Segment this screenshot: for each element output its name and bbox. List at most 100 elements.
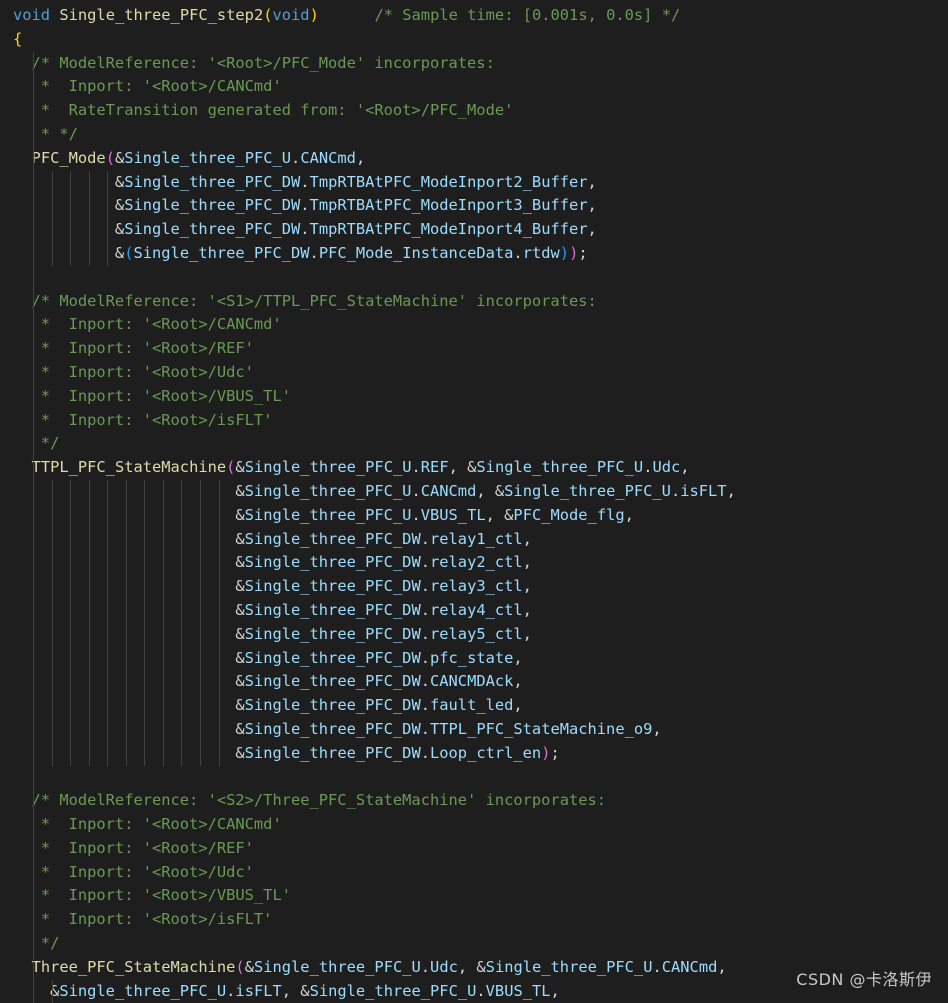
code-token: Single_three_PFC_step2: [59, 6, 264, 24]
indent-guide: [125, 527, 127, 552]
code-line[interactable]: &(Single_three_PFC_DW.PFC_Mode_InstanceD…: [13, 241, 948, 266]
code-line[interactable]: &Single_three_PFC_DW.relay2_ctl,: [13, 551, 948, 576]
code-line[interactable]: */: [13, 932, 948, 956]
code-line[interactable]: &Single_three_PFC_DW.CANCMDAck,: [13, 670, 948, 695]
code-line[interactable]: * Inport: '<Root>/CANCmd': [13, 75, 948, 100]
code-line[interactable]: &Single_three_PFC_DW.TmpRTBAtPFC_ModeInp…: [13, 218, 948, 242]
indent-guide: [162, 670, 164, 695]
code-line[interactable]: &Single_three_PFC_DW.relay1_ctl,: [13, 527, 948, 552]
indent-guide: [181, 503, 183, 528]
indent-guide: [33, 694, 34, 718]
code-token: .: [411, 458, 421, 477]
code-line[interactable]: &Single_three_PFC_DW.TmpRTBAtPFC_ModeInp…: [13, 194, 948, 219]
indent-guide: [200, 575, 202, 599]
code-line[interactable]: /* ModelReference: '<S1>/TTPL_PFC_StateM…: [13, 289, 948, 314]
code-token: .: [420, 577, 430, 596]
indent-guide: [33, 360, 34, 385]
code-token: TTPL_PFC_StateMachine: [31, 458, 227, 477]
indent-guide: [181, 575, 183, 599]
code-token: Single_three_PFC_DW: [244, 743, 421, 762]
code-token: .: [420, 600, 430, 619]
indent-guide: [125, 479, 127, 504]
code-token: ,: [587, 220, 597, 239]
indent-guide: [181, 694, 183, 718]
indent-guide: [88, 241, 90, 266]
code-line[interactable]: * Inport: '<Root>/isFLT': [13, 908, 948, 933]
code-line[interactable]: * Inport: '<Root>/isFLT': [13, 408, 948, 433]
code-line[interactable]: /* ModelReference: '<Root>/PFC_Mode' inc…: [13, 51, 948, 76]
code-token: ,: [587, 172, 597, 191]
indent-guide: [33, 884, 34, 909]
indent-guide: [88, 598, 90, 623]
indent-guide: [144, 575, 146, 599]
code-token: CANCmd: [661, 957, 718, 976]
indent-guide: [70, 170, 72, 195]
code-token: ;: [550, 743, 560, 762]
code-line[interactable]: &Single_three_PFC_DW.relay4_ctl,: [13, 598, 948, 623]
code-token: * Inport: '<Root>/Udc': [13, 362, 254, 381]
code-line[interactable]: &Single_three_PFC_DW.TTPL_PFC_StateMachi…: [13, 717, 948, 742]
code-line[interactable]: [13, 265, 948, 290]
indent-guide: [33, 503, 34, 528]
code-line[interactable]: * Inport: '<Root>/VBUS_TL': [13, 384, 948, 409]
code-line[interactable]: * Inport: '<Root>/Udc': [13, 860, 948, 885]
code-line[interactable]: void Single_three_PFC_step2(void) /* Sam…: [13, 4, 948, 28]
indent-guide: [200, 646, 202, 671]
indent-guide: [51, 194, 53, 219]
code-line[interactable]: &Single_three_PFC_U.VBUS_TL, &PFC_Mode_f…: [13, 503, 948, 528]
indent-guide: [33, 813, 34, 837]
indent-guide: [144, 503, 146, 528]
indent-guide: [125, 551, 127, 576]
code-line[interactable]: &Single_three_PFC_DW.Loop_ctrl_en);: [13, 741, 948, 766]
code-token: * Inport: '<Root>/REF': [13, 339, 254, 358]
code-token: TmpRTBAtPFC_ModeInport3_Buffer: [309, 196, 588, 215]
code-line[interactable]: * Inport: '<Root>/CANCmd': [13, 813, 948, 837]
code-token: .: [300, 172, 310, 191]
indent-guide: [33, 265, 34, 290]
code-line[interactable]: * Inport: '<Root>/REF': [13, 836, 948, 861]
code-line[interactable]: &Single_three_PFC_DW.TmpRTBAtPFC_ModeInp…: [13, 170, 948, 195]
indent-guide: [88, 694, 90, 718]
code-token: Single_three_PFC_DW: [244, 672, 421, 691]
code-line[interactable]: &Single_three_PFC_DW.relay3_ctl,: [13, 575, 948, 599]
indent-guide: [33, 146, 34, 171]
code-line[interactable]: /* ModelReference: '<S2>/Three_PFC_State…: [13, 789, 948, 814]
code-line[interactable]: &Single_three_PFC_DW.relay5_ctl,: [13, 622, 948, 647]
code-token: &: [13, 743, 245, 762]
indent-guide: [181, 670, 183, 695]
code-line[interactable]: * */: [13, 122, 948, 147]
code-line[interactable]: * Inport: '<Root>/Udc': [13, 360, 948, 385]
code-line[interactable]: {: [13, 28, 948, 52]
code-token: */: [13, 934, 60, 953]
indent-guide: [51, 527, 53, 552]
code-line[interactable]: * Inport: '<Root>/VBUS_TL': [13, 884, 948, 909]
code-token: .: [420, 553, 430, 572]
indent-guide: [218, 670, 220, 695]
code-line[interactable]: &Single_three_PFC_DW.pfc_state,: [13, 646, 948, 671]
code-token: * Inport: '<Root>/VBUS_TL': [13, 886, 291, 905]
indent-guide: [125, 598, 127, 623]
code-token: Single_three_PFC_U: [476, 458, 644, 477]
code-editor[interactable]: void Single_three_PFC_step2(void) /* Sam…: [13, 4, 948, 1003]
indent-guide: [33, 717, 34, 742]
code-line[interactable]: &Single_three_PFC_DW.fault_led,: [13, 694, 948, 718]
code-token: Single_three_PFC_DW: [244, 577, 421, 596]
code-line[interactable]: * Inport: '<Root>/CANCmd': [13, 313, 948, 338]
code-line[interactable]: * RateTransition generated from: '<Root>…: [13, 99, 948, 123]
code-token: Single_three_PFC_DW: [244, 719, 421, 738]
code-token: .: [476, 981, 486, 1000]
code-line[interactable]: PFC_Mode(&Single_three_PFC_U.CANCmd,: [13, 146, 948, 171]
code-line[interactable]: */: [13, 432, 948, 457]
code-token: PFC_Mode_InstanceData: [318, 243, 514, 262]
indent-guide: [70, 717, 72, 742]
code-line[interactable]: &Single_three_PFC_U.CANCmd, &Single_thre…: [13, 479, 948, 504]
indent-guide: [125, 717, 127, 742]
code-line[interactable]: TTPL_PFC_StateMachine(&Single_three_PFC_…: [13, 456, 948, 480]
indent-guide: [33, 51, 34, 76]
indent-guide: [107, 646, 109, 671]
indent-guide: [51, 741, 53, 766]
code-line[interactable]: [13, 765, 948, 790]
code-token: ,: [726, 481, 736, 500]
code-line[interactable]: * Inport: '<Root>/REF': [13, 337, 948, 361]
